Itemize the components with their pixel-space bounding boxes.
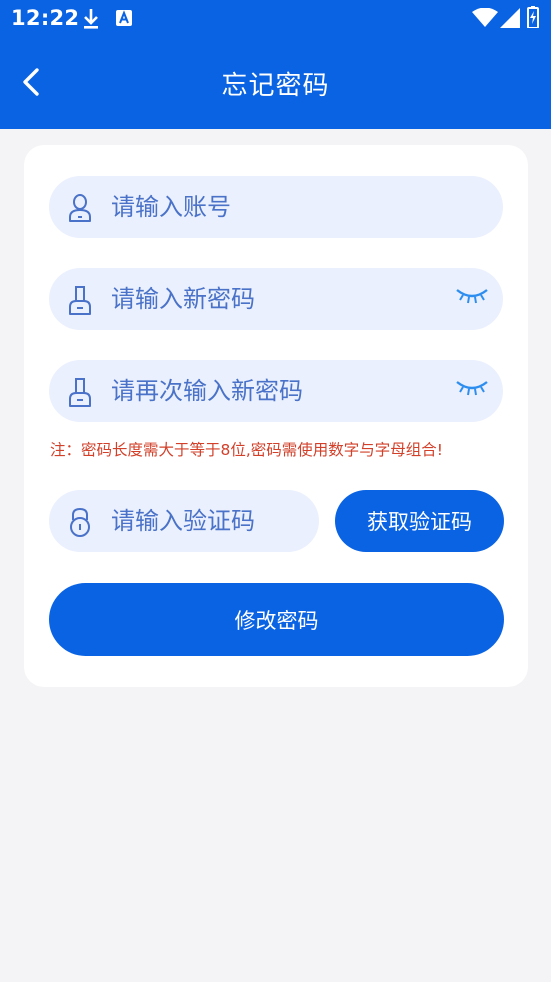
confirm-password-field [49,360,503,422]
app-notification-icon [115,9,133,31]
account-field [49,176,503,238]
lock-icon [67,506,93,538]
eye-closed-icon[interactable] [455,378,489,398]
verification-code-field [49,490,319,552]
key-icon [67,284,93,316]
new-password-input[interactable] [111,268,411,330]
status-time: 12:22 [11,6,80,30]
password-rule-note: 注：密码长度需大于等于8位,密码需使用数字与字母组合! [50,441,444,459]
key-icon [67,376,93,408]
form-card: 注：密码长度需大于等于8位,密码需使用数字与字母组合! 获取验证码 修改密码 [24,145,528,687]
verification-code-input[interactable] [111,490,311,552]
signal-icon [500,8,520,32]
user-icon [67,192,93,224]
confirm-password-input[interactable] [111,360,431,422]
wifi-icon [472,7,498,32]
account-input[interactable] [111,176,471,238]
download-icon [82,7,100,35]
new-password-field [49,268,503,330]
status-bar: 12:22 [0,0,551,38]
get-code-button[interactable]: 获取验证码 [335,490,504,552]
change-password-button[interactable]: 修改密码 [49,583,504,656]
page-title: 忘记密码 [221,71,330,101]
eye-closed-icon[interactable] [455,286,489,306]
app-header: 忘记密码 [0,38,551,129]
battery-icon [527,6,539,32]
